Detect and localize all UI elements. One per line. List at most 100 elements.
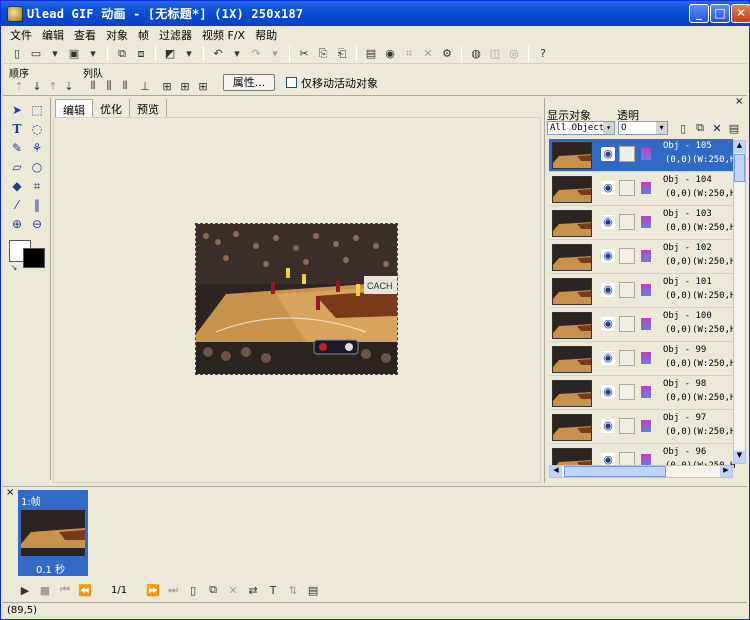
open-icon[interactable]: ▭ — [28, 46, 44, 62]
menu-file[interactable]: 文件 — [5, 27, 37, 43]
vscroll-thumb[interactable] — [734, 154, 745, 182]
object-row[interactable]: ◉ Obj - 105 (0,0)(W:250,H: — [549, 139, 735, 172]
minimize-button[interactable]: _ — [689, 4, 709, 23]
eyedropper-tool-icon[interactable]: ⁄ — [9, 197, 25, 213]
text-tool-icon[interactable]: T — [9, 121, 25, 137]
add-video-icon[interactable]: ⧈ — [133, 46, 149, 62]
object-row[interactable]: ◉ Obj - 97 (0,0)(W:250,H: — [549, 411, 735, 444]
object-filter-select[interactable]: All Object: ▾ — [547, 121, 615, 135]
menu-frame[interactable]: 帧 — [133, 27, 154, 43]
visibility-eye-icon[interactable]: ◉ — [601, 249, 615, 263]
delete-icon[interactable]: ✕ — [420, 46, 436, 62]
lasso-tool-icon[interactable]: ◌ — [29, 121, 45, 137]
new-icon[interactable]: ▯ — [9, 46, 25, 62]
actual-size-icon[interactable]: ‖ — [29, 197, 45, 213]
object-list-hscrollbar[interactable]: ◀ ▶ — [549, 465, 733, 478]
tab-preview[interactable]: 预览 — [130, 99, 167, 117]
add-frame-icon[interactable]: ▯ — [185, 582, 201, 598]
zoom-in-icon[interactable]: ⊕ — [9, 216, 25, 232]
optimize-icon[interactable]: ◩ — [162, 46, 178, 62]
align-center-icon[interactable]: ⫼ — [101, 78, 117, 94]
ellipse-select-icon[interactable]: ○ — [29, 159, 45, 175]
lock-toggle[interactable] — [619, 384, 635, 400]
magic-wand-icon[interactable]: ⚘ — [29, 140, 45, 156]
next-frame-icon[interactable]: ⏩ — [145, 582, 161, 598]
panel-close-icon[interactable]: × — [735, 96, 743, 107]
object-properties-icon[interactable]: ▤ — [726, 120, 742, 136]
add-image-icon[interactable]: ⧉ — [114, 46, 130, 62]
visibility-eye-icon[interactable]: ◉ — [601, 147, 615, 161]
lock-toggle[interactable] — [619, 248, 635, 264]
dropdown-arrow-icon[interactable]: ▾ — [47, 46, 63, 62]
visibility-eye-icon[interactable]: ◉ — [601, 385, 615, 399]
first-frame-icon[interactable]: ⏮ — [57, 582, 73, 598]
visibility-eye-icon[interactable]: ◉ — [601, 181, 615, 195]
scroll-right-icon[interactable]: ▶ — [720, 466, 732, 477]
lock-toggle[interactable] — [619, 214, 635, 230]
paste-icon[interactable]: ⎗ — [334, 46, 350, 62]
export-icon[interactable]: ◫ — [487, 46, 503, 62]
object-row[interactable]: ◉ Obj - 100 (0,0)(W:250,H: — [549, 309, 735, 342]
reverse-frames-icon[interactable]: ⇅ — [285, 582, 301, 598]
attributes-button[interactable]: 属性... — [223, 74, 275, 91]
object-row[interactable]: ◉ Obj - 101 (0,0)(W:250,H: — [549, 275, 735, 308]
object-row[interactable]: ◉ Obj - 104 (0,0)(W:250,H: — [549, 173, 735, 206]
hscroll-thumb[interactable] — [564, 466, 666, 477]
visibility-eye-icon[interactable]: ◉ — [601, 419, 615, 433]
new-object-icon[interactable]: ▯ — [675, 120, 691, 136]
title-bar[interactable]: Ulead GIF 动画 - [无标题*] (1X) 250x187 _ □ ✕ — [1, 1, 750, 26]
align-left-icon[interactable]: ⫴ — [85, 78, 101, 94]
same-size-icon[interactable]: ⊞ — [195, 78, 211, 94]
only-move-active-checkbox[interactable] — [286, 77, 297, 88]
visibility-eye-icon[interactable]: ◉ — [601, 215, 615, 229]
frame-thumbnail[interactable]: 1:帧 0.1 秒 — [18, 490, 88, 576]
bring-forward-icon[interactable]: ↓ — [29, 78, 45, 94]
chevron-down-icon[interactable]: ▾ — [656, 122, 667, 134]
prev-frame-icon[interactable]: ⏪ — [77, 582, 93, 598]
lock-toggle[interactable] — [619, 350, 635, 366]
crop-icon[interactable]: ⌗ — [401, 46, 417, 62]
send-backward-icon[interactable]: ↑ — [45, 78, 61, 94]
maximize-button[interactable]: □ — [710, 4, 730, 23]
crop-tool-icon[interactable]: ⌗ — [29, 178, 45, 194]
lock-toggle[interactable] — [619, 316, 635, 332]
tab-edit[interactable]: 编辑 — [55, 99, 93, 117]
menu-edit[interactable]: 编辑 — [37, 27, 69, 43]
lock-toggle[interactable] — [619, 146, 635, 162]
pointer-tool-icon[interactable]: ➤ — [9, 102, 25, 118]
visibility-eye-icon[interactable]: ◉ — [601, 351, 615, 365]
duplicate-object-icon[interactable]: ⧉ — [692, 120, 708, 136]
lock-toggle[interactable] — [619, 282, 635, 298]
scroll-left-icon[interactable]: ◀ — [550, 466, 562, 477]
distribute-v-icon[interactable]: ⊞ — [177, 78, 193, 94]
scroll-up-icon[interactable]: ▲ — [734, 141, 745, 153]
dropdown-arrow-icon[interactable]: ▾ — [181, 46, 197, 62]
object-row[interactable]: ◉ Obj - 99 (0,0)(W:250,H: — [549, 343, 735, 376]
brush-tool-icon[interactable]: ✎ — [9, 140, 25, 156]
menu-view[interactable]: 查看 — [69, 27, 101, 43]
dropdown-arrow-icon[interactable]: ▾ — [85, 46, 101, 62]
undo-icon[interactable]: ↶ — [210, 46, 226, 62]
frame-properties-icon[interactable]: ▤ — [363, 46, 379, 62]
distribute-h-icon[interactable]: ⊞ — [159, 78, 175, 94]
frame-panel-close-icon[interactable]: × — [6, 487, 14, 498]
stop-icon[interactable]: ■ — [37, 582, 53, 598]
tween-icon[interactable]: ⇄ — [245, 582, 261, 598]
tab-optimize[interactable]: 优化 — [93, 99, 130, 117]
duplicate-frame-icon[interactable]: ⧉ — [205, 582, 221, 598]
menu-object[interactable]: 对象 — [101, 27, 133, 43]
lock-toggle[interactable] — [619, 180, 635, 196]
scroll-down-icon[interactable]: ▼ — [734, 451, 745, 463]
align-right-icon[interactable]: ⫴ — [117, 78, 133, 94]
object-row[interactable]: ◉ Obj - 98 (0,0)(W:250,H: — [549, 377, 735, 410]
frame-delay[interactable]: 0.1 秒 — [36, 561, 65, 576]
marquee-tool-icon[interactable]: ⬚ — [29, 102, 45, 118]
menu-filter[interactable]: 过滤器 — [154, 27, 197, 43]
play-icon[interactable]: ▶ — [17, 582, 33, 598]
delete-object-icon[interactable]: ✕ — [709, 120, 725, 136]
last-frame-icon[interactable]: ⏭ — [165, 582, 181, 598]
visibility-eye-icon[interactable]: ◉ — [601, 317, 615, 331]
align-top-icon[interactable]: ⊥ — [137, 78, 153, 94]
settings-icon[interactable]: ⚙ — [439, 46, 455, 62]
redo-icon[interactable]: ↷ — [248, 46, 264, 62]
